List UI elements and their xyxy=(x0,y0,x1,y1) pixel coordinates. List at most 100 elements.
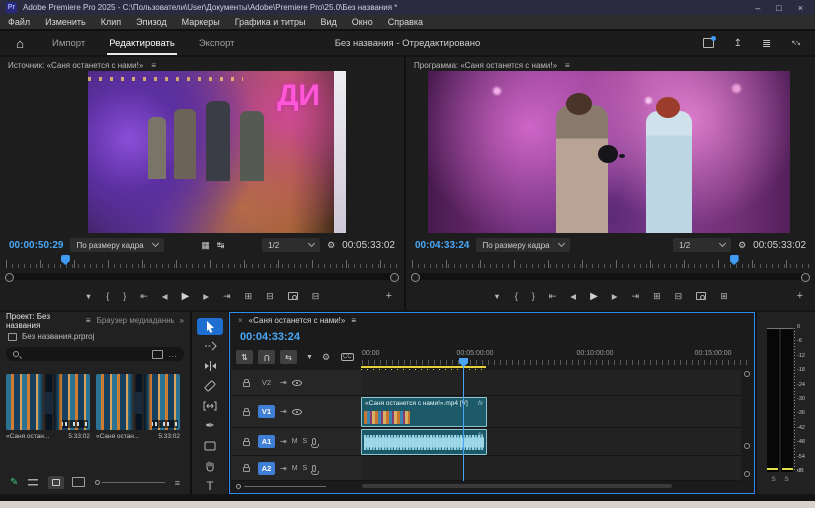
sync-lock-icon[interactable]: ⇥ xyxy=(280,437,287,446)
video-clip[interactable]: «Саня останется с нами!».mp4 [V] fx xyxy=(361,397,487,427)
list-view-icon[interactable] xyxy=(28,479,38,487)
menu-view[interactable]: Вид xyxy=(321,17,337,27)
source-resolution-dropdown[interactable]: 1/2 xyxy=(262,238,320,252)
export-frame-icon[interactable] xyxy=(288,292,298,300)
solo-left-button[interactable]: S xyxy=(771,476,775,483)
comparison-view-icon[interactable]: ↹ xyxy=(217,240,225,251)
lock-icon[interactable] xyxy=(243,411,250,416)
goto-out-icon[interactable]: ⇥ xyxy=(223,291,231,302)
panel-menu-icon[interactable]: ≡ xyxy=(565,61,570,70)
quick-export-icon[interactable] xyxy=(703,38,714,48)
step-back-icon[interactable]: ◀ xyxy=(162,292,168,301)
program-fit-dropdown[interactable]: По размеру кадра xyxy=(476,238,569,252)
play-icon[interactable]: ▶ xyxy=(590,291,598,302)
tab-media-browser[interactable]: Браузер медиаданных xyxy=(97,316,174,325)
mute-button[interactable]: M xyxy=(292,465,298,472)
program-zoom-scrollbar[interactable] xyxy=(412,273,809,280)
tab-export[interactable]: Экспорт xyxy=(187,34,247,53)
search-settings-icon[interactable] xyxy=(152,350,163,359)
selection-tool[interactable] xyxy=(197,318,223,335)
mark-out-icon[interactable]: } xyxy=(123,291,126,301)
sync-lock-icon[interactable]: ⇥ xyxy=(280,407,287,416)
share-icon[interactable]: ↥ xyxy=(734,38,742,49)
sort-icon[interactable]: ≡ xyxy=(175,478,180,488)
type-tool[interactable]: T xyxy=(197,477,223,494)
mark-in-icon[interactable]: { xyxy=(515,291,518,301)
freeform-view-icon[interactable] xyxy=(74,479,85,487)
lock-icon[interactable] xyxy=(243,441,250,446)
panel-menu-icon[interactable]: ≡ xyxy=(351,316,356,325)
snap-magnet-icon[interactable]: U xyxy=(258,350,275,364)
more-options-icon[interactable]: … xyxy=(168,349,177,359)
menu-sequence[interactable]: Эпизод xyxy=(136,17,166,27)
goto-out-icon[interactable]: ⇥ xyxy=(632,291,640,302)
timeline-settings-wrench-icon[interactable]: ⚙ xyxy=(322,352,330,363)
solo-button[interactable]: S xyxy=(303,465,308,472)
panel-menu-icon[interactable]: ≡ xyxy=(151,61,156,70)
source-scrub-ruler[interactable] xyxy=(6,256,398,268)
menu-graphics[interactable]: Графика и титры xyxy=(235,17,306,27)
scroll-handle[interactable] xyxy=(744,471,750,477)
mute-button[interactable]: M xyxy=(292,438,298,445)
step-forward-icon[interactable]: ▶ xyxy=(203,292,209,301)
clip-thumbnail[interactable] xyxy=(6,374,90,430)
ripple-edit-tool[interactable] xyxy=(197,358,223,375)
maximize-button[interactable]: □ xyxy=(776,3,781,13)
add-button-icon[interactable]: + xyxy=(797,290,803,302)
solo-right-button[interactable]: S xyxy=(784,476,788,483)
menu-help[interactable]: Справка xyxy=(388,17,423,27)
audio-clip[interactable]: fx xyxy=(361,429,487,455)
goto-in-icon[interactable]: ⇤ xyxy=(140,291,148,302)
lock-icon[interactable] xyxy=(243,467,250,472)
clip-name[interactable]: «Саня остан... xyxy=(6,433,49,440)
track-badge-a1[interactable]: A1 xyxy=(258,435,275,448)
hand-tool[interactable] xyxy=(197,457,223,474)
work-area-bar[interactable] xyxy=(361,366,486,368)
settings-wrench-icon[interactable]: ⚙ xyxy=(327,240,335,251)
program-playhead[interactable] xyxy=(730,255,739,265)
audio-meter-bars[interactable] xyxy=(767,328,793,472)
track-badge-a2[interactable]: A2 xyxy=(258,462,275,475)
track-visibility-icon[interactable] xyxy=(292,380,302,386)
track-visibility-icon[interactable] xyxy=(292,409,302,415)
menu-edit[interactable]: Изменить xyxy=(45,17,86,27)
program-resolution-dropdown[interactable]: 1/2 xyxy=(673,238,731,252)
workspaces-icon[interactable]: ≣ xyxy=(762,37,771,50)
scroll-handle[interactable] xyxy=(744,371,750,377)
lift-icon[interactable]: ⊞ xyxy=(653,291,661,302)
project-root-icon[interactable] xyxy=(8,333,17,341)
playhead-line[interactable] xyxy=(463,358,464,481)
slip-tool[interactable] xyxy=(197,398,223,415)
program-scrub-ruler[interactable] xyxy=(412,256,809,268)
more-tabs-icon[interactable]: » xyxy=(180,316,184,325)
add-marker-icon[interactable]: ▼ xyxy=(85,292,92,301)
track-lane-v2[interactable] xyxy=(362,370,741,396)
razor-tool[interactable] xyxy=(197,378,223,395)
play-icon[interactable]: ▶ xyxy=(182,291,190,302)
clip-thumbnail[interactable] xyxy=(96,374,180,430)
timeline-hscrollbar[interactable] xyxy=(362,484,672,488)
sequence-tab[interactable]: «Саня останется с нами!» xyxy=(249,316,346,325)
program-current-timecode[interactable]: 00:04:33:24 xyxy=(415,240,469,251)
close-tab-icon[interactable]: × xyxy=(238,316,243,325)
project-clip-1[interactable]: «Саня остан... 5:33:02 xyxy=(6,374,90,440)
sync-lock-icon[interactable]: ⇥ xyxy=(280,378,287,387)
step-back-icon[interactable]: ◀ xyxy=(570,292,576,301)
tab-project[interactable]: Проект: Без названия xyxy=(6,312,80,330)
extract-icon[interactable]: ⊟ xyxy=(675,291,683,302)
thumbnail-zoom-slider[interactable] xyxy=(95,480,164,485)
source-playhead[interactable] xyxy=(61,255,70,265)
comparison-view-icon[interactable]: ⊞ xyxy=(720,291,728,302)
captions-icon[interactable]: CC xyxy=(341,353,354,361)
track-badge-v2[interactable]: V2 xyxy=(258,376,275,389)
fullscreen-icon[interactable]: ↖↘ xyxy=(791,39,799,47)
menu-window[interactable]: Окно xyxy=(352,17,373,27)
track-badge-v1[interactable]: V1 xyxy=(258,405,275,418)
timeline-timecode[interactable]: 00:04:33:24 xyxy=(240,331,300,343)
add-marker-icon[interactable]: ▼ xyxy=(306,354,313,361)
button-editor-icon[interactable]: ⊟ xyxy=(312,291,320,302)
close-button[interactable]: × xyxy=(798,3,803,13)
mark-out-icon[interactable]: } xyxy=(532,291,535,301)
linked-selection-icon[interactable]: ⇆ xyxy=(280,350,297,364)
search-box[interactable]: … xyxy=(6,347,184,361)
